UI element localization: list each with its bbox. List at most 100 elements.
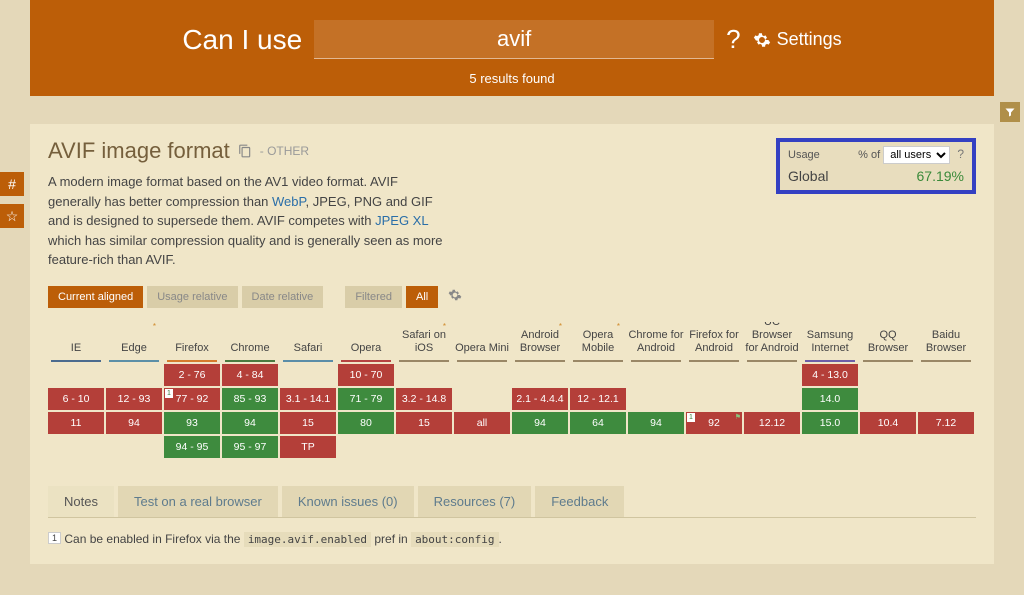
version-cell xyxy=(280,364,336,386)
version-cell xyxy=(860,388,916,410)
version-cell[interactable]: 15 xyxy=(280,412,336,434)
feature-panel: AVIF image format - OTHER A modern image… xyxy=(30,124,994,564)
version-cell[interactable]: all xyxy=(454,412,510,434)
version-cell[interactable]: 12 - 12.1 xyxy=(570,388,626,410)
version-cell[interactable]: 3.2 - 14.8 xyxy=(396,388,452,410)
tab-feedback[interactable]: Feedback xyxy=(535,486,624,517)
version-cell xyxy=(396,436,452,458)
browser-name: Firefox xyxy=(164,322,220,360)
browser-name: Opera Mobile* xyxy=(570,322,626,360)
usage-scope-select[interactable]: all users xyxy=(883,146,950,164)
version-cell[interactable]: 2 - 76 xyxy=(164,364,220,386)
version-cell[interactable]: 6 - 10 xyxy=(48,388,104,410)
filter-icon[interactable] xyxy=(1000,102,1020,122)
help-icon[interactable]: ? xyxy=(726,24,740,55)
browser-column: Android Browser*2.1 - 4.4.494 xyxy=(512,322,568,460)
version-cell[interactable]: 64 xyxy=(570,412,626,434)
usage-top-row: Usage % of all users ? xyxy=(788,146,964,164)
version-cell xyxy=(918,436,974,458)
version-cell xyxy=(918,364,974,386)
browser-name: UC Browser for Android xyxy=(744,322,800,360)
version-cell[interactable]: 93 xyxy=(164,412,220,434)
tab-resources[interactable]: Resources (7) xyxy=(418,486,532,517)
version-cell[interactable]: 10 - 70 xyxy=(338,364,394,386)
version-cell xyxy=(744,388,800,410)
note-text-2: pref in xyxy=(371,532,411,546)
jpegxl-link[interactable]: JPEG XL xyxy=(375,213,428,228)
mode-all[interactable]: All xyxy=(406,286,438,308)
version-cell xyxy=(628,436,684,458)
version-cell xyxy=(744,364,800,386)
star-badge[interactable]: ☆ xyxy=(0,204,24,228)
version-cell xyxy=(570,364,626,386)
mode-gear-icon[interactable] xyxy=(448,288,462,305)
version-cell[interactable]: 95 - 97 xyxy=(222,436,278,458)
settings-link[interactable]: Settings xyxy=(753,29,842,50)
browser-name: IE xyxy=(48,322,104,360)
usage-label: Usage xyxy=(788,149,820,161)
version-cell[interactable]: 15.0 xyxy=(802,412,858,434)
version-cell xyxy=(454,436,510,458)
hash-badge[interactable]: # xyxy=(0,172,24,196)
version-cell[interactable]: 85 - 93 xyxy=(222,388,278,410)
version-cell[interactable]: 15 xyxy=(396,412,452,434)
tab-test[interactable]: Test on a real browser xyxy=(118,486,278,517)
version-cell[interactable]: 3.1 - 14.1 xyxy=(280,388,336,410)
version-cell[interactable]: 7.12 xyxy=(918,412,974,434)
version-cell xyxy=(48,436,104,458)
tab-issues[interactable]: Known issues (0) xyxy=(282,486,414,517)
browser-name: QQ Browser xyxy=(860,322,916,360)
version-cell[interactable]: 921⚑ xyxy=(686,412,742,434)
browser-column: Chrome for Android 94 xyxy=(628,322,684,460)
search-input[interactable] xyxy=(314,20,714,59)
version-cell[interactable]: 94 xyxy=(106,412,162,434)
version-cell[interactable]: 12 - 93 xyxy=(106,388,162,410)
version-cell xyxy=(396,364,452,386)
browser-column: UC Browser for Android 12.12 xyxy=(744,322,800,460)
version-cell xyxy=(744,436,800,458)
mode-current-aligned[interactable]: Current aligned xyxy=(48,286,143,308)
version-cell[interactable]: 10.4 xyxy=(860,412,916,434)
mode-usage-relative[interactable]: Usage relative xyxy=(147,286,237,308)
usage-global-label: Global xyxy=(788,168,828,184)
version-cell[interactable]: 94 - 95 xyxy=(164,436,220,458)
mode-date-relative[interactable]: Date relative xyxy=(242,286,324,308)
usage-box: Usage % of all users ? Global 67.19% xyxy=(776,138,976,194)
browser-column: Firefox 2 - 7677 - 9219394 - 95 xyxy=(164,322,220,460)
search-label: Can I use xyxy=(182,24,302,56)
tabs-row: Notes Test on a real browser Known issue… xyxy=(48,486,976,518)
version-cell[interactable]: 11 xyxy=(48,412,104,434)
version-cell[interactable]: 71 - 79 xyxy=(338,388,394,410)
copy-icon[interactable] xyxy=(238,144,252,158)
version-cell[interactable]: 94 xyxy=(628,412,684,434)
browser-column: Safari on iOS*3.2 - 14.815 xyxy=(396,322,452,460)
version-cell[interactable]: 94 xyxy=(222,412,278,434)
version-cell[interactable]: 4 - 84 xyxy=(222,364,278,386)
version-cell[interactable]: 12.12 xyxy=(744,412,800,434)
version-cell[interactable]: 94 xyxy=(512,412,568,434)
pct-of-label: % of xyxy=(858,149,880,161)
version-cell[interactable]: 80 xyxy=(338,412,394,434)
browser-name: Baidu Browser xyxy=(918,322,974,360)
version-cell xyxy=(454,388,510,410)
webp-link[interactable]: WebP xyxy=(272,194,306,209)
usage-help-icon[interactable]: ? xyxy=(957,147,964,161)
feature-category: - OTHER xyxy=(260,144,309,158)
version-cell xyxy=(628,364,684,386)
version-cell[interactable]: 4 - 13.0 xyxy=(802,364,858,386)
version-cell[interactable]: 2.1 - 4.4.4 xyxy=(512,388,568,410)
version-cell xyxy=(918,388,974,410)
tab-notes[interactable]: Notes xyxy=(48,486,114,517)
search-row: Can I use ? Settings xyxy=(30,20,994,59)
version-cell[interactable]: TP xyxy=(280,436,336,458)
gear-icon xyxy=(753,31,771,49)
filter-bar xyxy=(0,96,1024,124)
browser-name: Chrome for Android xyxy=(628,322,684,360)
version-cell[interactable]: 77 - 921 xyxy=(164,388,220,410)
version-cell[interactable]: 14.0 xyxy=(802,388,858,410)
browser-name: Opera Mini xyxy=(454,322,510,360)
settings-label: Settings xyxy=(777,29,842,50)
search-header: Can I use ? Settings 5 results found xyxy=(30,0,994,96)
browser-name: Edge* xyxy=(106,322,162,360)
mode-filtered[interactable]: Filtered xyxy=(345,286,402,308)
